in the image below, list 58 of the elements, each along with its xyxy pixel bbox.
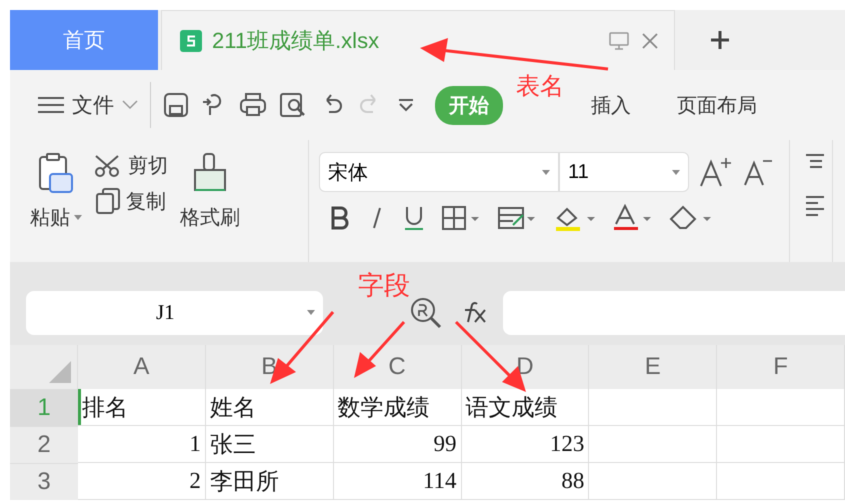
table-cell: 99 bbox=[334, 426, 462, 463]
decrease-font-icon[interactable] bbox=[743, 157, 773, 187]
column-header[interactable]: A bbox=[78, 345, 206, 389]
chevron-icon bbox=[122, 100, 138, 110]
borders-icon[interactable] bbox=[441, 205, 481, 231]
save-icon[interactable] bbox=[163, 92, 189, 118]
table-cell: 语文成绩 bbox=[462, 389, 590, 426]
print-icon[interactable] bbox=[239, 92, 267, 118]
paste-button[interactable]: 粘贴 bbox=[30, 204, 82, 231]
annotation-arrow bbox=[354, 321, 406, 378]
font-name-dropdown[interactable]: 宋体 bbox=[319, 152, 559, 192]
monitor-icon[interactable] bbox=[608, 30, 630, 52]
table-cell: 姓名 bbox=[206, 389, 334, 426]
table-cell: 排名 bbox=[78, 389, 206, 426]
eraser-icon[interactable] bbox=[669, 204, 713, 232]
file-menu[interactable]: 文件 bbox=[38, 91, 138, 119]
name-box[interactable]: J1 bbox=[26, 290, 323, 334]
zoom-icon[interactable] bbox=[409, 296, 443, 328]
table-cell: 123 bbox=[462, 426, 590, 463]
spreadsheet-icon bbox=[180, 30, 202, 52]
underline-icon[interactable] bbox=[403, 205, 425, 231]
table-cell: 1 bbox=[78, 426, 206, 463]
align-left-icon[interactable] bbox=[804, 194, 824, 216]
row-header[interactable]: 2 bbox=[10, 426, 78, 463]
ribbon-tab[interactable]: 页面布局 bbox=[663, 86, 771, 124]
document-tab[interactable]: 211班成绩单.xlsx bbox=[161, 10, 675, 70]
document-title: 211班成绩单.xlsx bbox=[212, 26, 380, 54]
file-menu-label: 文件 bbox=[72, 93, 114, 119]
new-tab-icon[interactable] bbox=[709, 29, 731, 51]
format-painter-button[interactable]: 格式刷 bbox=[180, 204, 240, 231]
row-header[interactable]: 3 bbox=[10, 463, 78, 500]
menu-icon bbox=[38, 96, 64, 114]
copy-button[interactable]: 复制 bbox=[94, 187, 168, 215]
table-cell: 李田所 bbox=[206, 463, 334, 500]
table-cell: 114 bbox=[334, 463, 462, 500]
close-icon[interactable] bbox=[640, 30, 660, 50]
bold-icon[interactable] bbox=[329, 206, 351, 230]
cell-style-icon[interactable] bbox=[497, 205, 537, 231]
ribbon-tab[interactable]: 插入 bbox=[577, 86, 645, 124]
font-color-icon[interactable] bbox=[613, 204, 653, 232]
table-cell: 数学成绩 bbox=[334, 389, 462, 426]
annotation-label: 字段 bbox=[358, 269, 410, 302]
column-header[interactable]: C bbox=[334, 345, 462, 389]
preview-icon[interactable] bbox=[279, 92, 307, 118]
home-tab[interactable]: 首页 bbox=[10, 10, 158, 70]
copy-icon bbox=[94, 187, 122, 215]
table-cell: 张三 bbox=[206, 426, 334, 463]
cut-button[interactable]: 剪切 bbox=[94, 152, 168, 179]
clipboard-icon[interactable] bbox=[38, 152, 74, 194]
font-size-dropdown[interactable]: 11 bbox=[559, 152, 689, 192]
formula-field[interactable] bbox=[503, 290, 845, 334]
ribbon-tab[interactable]: 开始 bbox=[435, 86, 503, 124]
increase-font-icon[interactable] bbox=[699, 156, 733, 188]
table-cell: 88 bbox=[462, 463, 590, 500]
table-cell: 2 bbox=[78, 463, 206, 500]
annotation-label: 表名 bbox=[516, 72, 564, 102]
column-header[interactable]: E bbox=[589, 345, 718, 389]
column-header[interactable]: F bbox=[717, 345, 845, 389]
